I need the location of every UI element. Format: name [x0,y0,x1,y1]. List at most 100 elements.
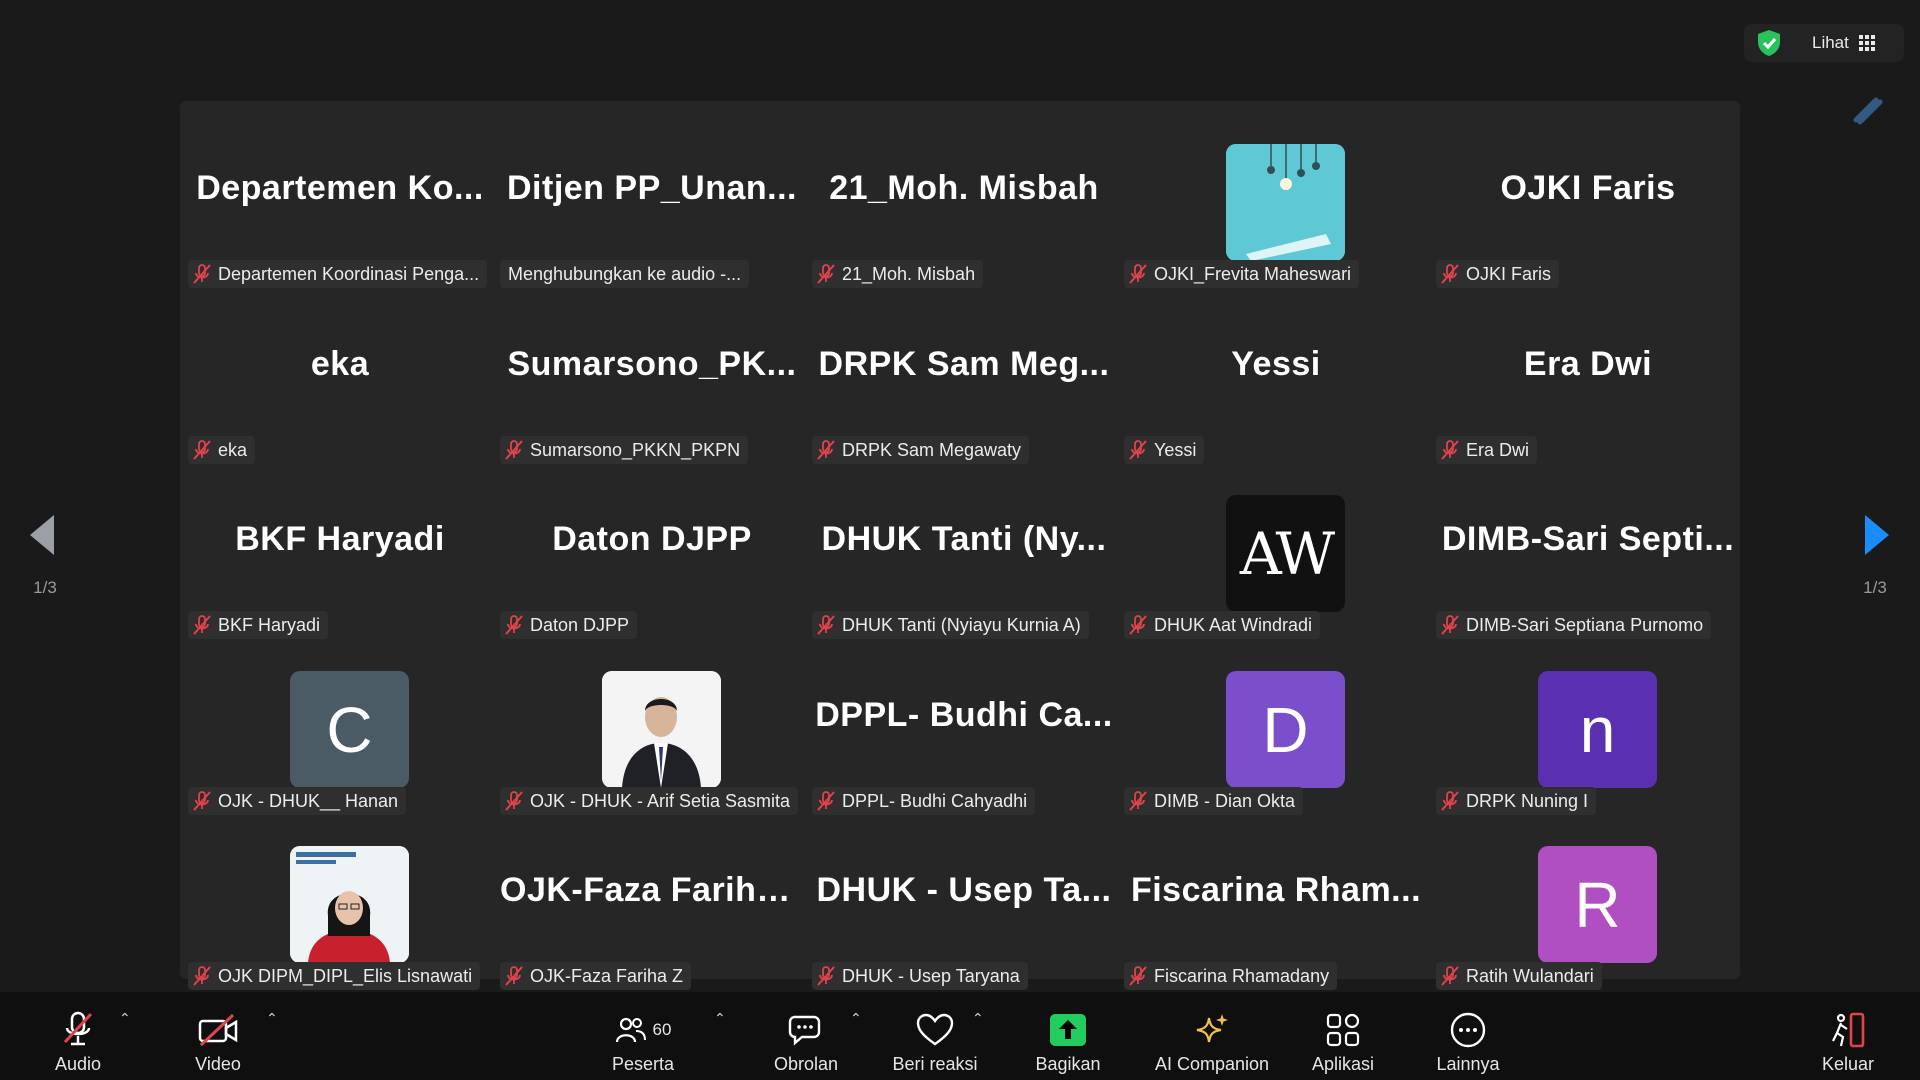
participant-display-name: BKF Haryadi [235,520,445,558]
participant-tile[interactable]: 21_Moh. Misbah 21_Moh. Misbah [808,117,1120,292]
chat-button[interactable]: Obrolan [770,992,842,1080]
participant-avatar [290,846,409,963]
grid-view-icon[interactable] [1858,35,1875,51]
participant-tile[interactable]: AW DHUK Aat Windradi [1120,468,1432,643]
next-page-button[interactable]: 1/3 [1835,470,1915,600]
react-label: Beri reaksi [892,1054,978,1074]
leave-button[interactable]: Keluar [1818,992,1878,1080]
participant-name-label: 21_Moh. Misbah [812,260,984,288]
participant-tile[interactable]: Daton DJPP Daton DJPP [496,468,808,643]
ai-sparkle-icon [1196,1014,1228,1043]
share-screen-icon [1050,1014,1086,1046]
participant-tile[interactable]: D DIMB - Dian Okta [1120,644,1432,819]
audio-button[interactable]: Audio [48,992,108,1080]
participant-display-name: DHUK Tanti (Ny... [821,520,1107,558]
participant-tile[interactable]: Sumarsono_PK... Sumarsono_PKKN_PKPN [496,293,808,468]
participant-avatar: R [1538,846,1657,963]
participant-name-text: Daton DJPP [530,614,630,635]
share-label: Bagikan [1035,1054,1101,1074]
more-label: Lainnya [1436,1054,1500,1074]
participant-tile[interactable]: OJKI Faris OJKI Faris [1432,117,1744,292]
participant-name-label: eka [188,436,256,464]
participant-display-name: DIMB-Sari Septi... [1441,520,1735,558]
participant-tile[interactable]: Era Dwi Era Dwi [1432,293,1744,468]
participant-name-text: DRPK Nuning I [1466,790,1589,811]
ai-companion-button[interactable]: AI Companion [1150,992,1274,1080]
chat-label: Obrolan [773,1054,839,1074]
page-indicator-right: 1/3 [1863,578,1887,597]
participant-display-name: Departemen Ko... [196,169,484,207]
avatar-initial: R [1574,868,1621,941]
participant-tile[interactable]: Departemen Ko... Departemen Koordinasi Pe… [184,117,496,292]
participant-name-text: OJKI_Frevita Maheswari [1154,263,1352,284]
participant-name-text: DRPK Sam Megawaty [842,439,1022,460]
more-icon [1450,1012,1486,1048]
participants-options-caret[interactable]: ⌃ [714,1010,726,1027]
audio-options-caret[interactable]: ⌃ [119,1010,131,1027]
participant-tile[interactable]: OJK-Faza Fariha Z OJK-Faza Fariha Z [496,819,808,994]
participant-name-label: DRPK Sam Megawaty [812,436,1030,464]
participant-gallery: Departemen Ko... Departemen Koordinasi Pe… [180,101,1740,990]
mic-muted-icon [505,791,523,811]
react-options-caret[interactable]: ⌃ [972,1010,984,1027]
participant-name-text: DIMB-Sari Septiana Purnomo [1466,614,1704,635]
participant-name-text: Ratih Wulandari [1466,965,1594,986]
participants-button[interactable]: 60 Peserta [608,992,678,1080]
apps-button[interactable]: Aplikasi [1308,992,1378,1080]
prev-page-button[interactable]: 1/3 [5,470,85,600]
view-label[interactable]: Lihat [1812,33,1849,53]
participant-name-label: DIMB-Sari Septiana Purnomo [1436,611,1712,639]
video-options-caret[interactable]: ⌃ [266,1010,278,1027]
participant-tile[interactable]: OJK DIPM_DIPL_Elis Lisnawati [184,819,496,994]
participant-name-text: Era Dwi [1466,439,1530,460]
participant-tile[interactable]: OJK - DHUK - Arif Setia Sasmita [496,644,808,819]
react-button[interactable]: Beri reaksi [890,992,980,1080]
participant-name-text: Menghubungkan ke audio -... [508,263,742,284]
participant-display-name: Fiscarina Rham... [1130,871,1422,909]
participant-name-label: Fiscarina Rhamadany [1124,962,1338,990]
participant-name-label: Sumarsono_PKKN_PKPN [500,436,749,464]
participant-tile[interactable]: Ditjen PP_Unan... Menghubungkan ke audio … [496,117,808,292]
participant-name-label: OJK - DHUK - Arif Setia Sasmita [500,787,799,815]
view-control[interactable]: Lihat [1744,24,1904,62]
participant-tile[interactable]: n DRPK Nuning I [1432,644,1744,819]
participant-name-text: Yessi [1154,439,1197,460]
participant-tile[interactable]: DHUK - Usep Ta... DHUK - Usep Taryana [808,819,1120,994]
participant-tile[interactable]: DHUK Tanti (Ny... DHUK Tanti (Nyiayu Kurn… [808,468,1120,643]
avatar-initial: n [1579,693,1616,766]
participant-tile[interactable]: Yessi Yessi [1120,293,1432,468]
share-screen-button[interactable]: Bagikan [1032,992,1104,1080]
ai-companion-label: AI Companion [1154,1054,1270,1074]
mic-muted-icon [817,615,835,635]
participant-name-text: 21_Moh. Misbah [842,263,976,284]
video-button[interactable]: Video [188,992,248,1080]
participant-name-text: Sumarsono_PKKN_PKPN [530,439,741,460]
participant-tile[interactable]: DRPK Sam Meg... DRPK Sam Megawaty [808,293,1120,468]
participant-name-label: Era Dwi [1436,436,1538,464]
participant-tile[interactable]: BKF Haryadi BKF Haryadi [184,468,496,643]
chat-options-caret[interactable]: ⌃ [850,1010,862,1027]
participant-name-label: DHUK - Usep Taryana [812,962,1028,990]
mic-muted-icon [1441,264,1459,284]
mic-muted-icon [193,791,211,811]
participant-name-label: Departemen Koordinasi Penga... [188,260,488,288]
participant-name-label: Daton DJPP [500,611,638,639]
participant-name-label: DIMB - Dian Okta [1124,787,1304,815]
participant-tile[interactable]: OJKI_Frevita Maheswari [1120,117,1432,292]
participant-display-name: DRPK Sam Meg... [818,345,1110,383]
participant-tile[interactable]: DIMB-Sari Septi... DIMB-Sari Septiana Pur… [1432,468,1744,643]
participant-tile[interactable]: DPPL- Budhi Ca... DPPL- Budhi Cahyadhi [808,644,1120,819]
participant-display-name: Daton DJPP [552,520,752,558]
participant-display-name: DHUK - Usep Ta... [816,871,1112,909]
participant-name-label: DRPK Nuning I [1436,787,1597,815]
participant-display-name: Yessi [1231,345,1321,383]
participants-count: 60 [652,1020,672,1039]
participant-tile[interactable]: C OJK - DHUK__ Hanan [184,644,496,819]
participant-tile[interactable]: Fiscarina Rham... Fiscarina Rhamadany [1120,819,1432,994]
participant-tile[interactable]: eka eka [184,293,496,468]
more-button[interactable]: Lainnya [1432,992,1504,1080]
participant-name-label: Menghubungkan ke audio -... [500,260,750,288]
participant-tile[interactable]: R Ratih Wulandari [1432,819,1744,994]
participant-avatar: AW [1226,495,1345,612]
annotate-pen-icon[interactable] [1850,92,1884,126]
